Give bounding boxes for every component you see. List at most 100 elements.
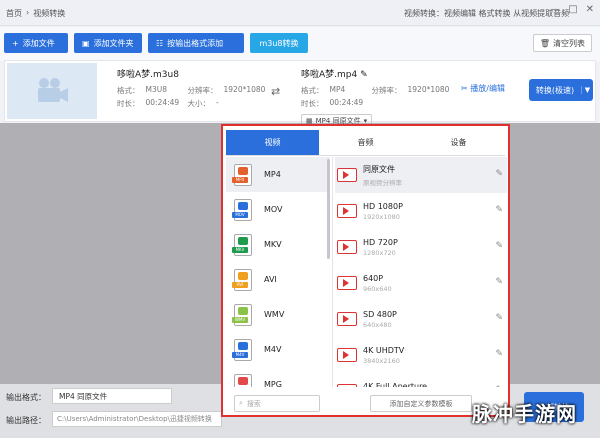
preset-resolution: 3840x2160: [363, 356, 400, 365]
format-name: MPG: [264, 380, 282, 387]
video-camera-icon: [38, 78, 68, 102]
video-thumbnail[interactable]: [7, 63, 97, 119]
source-resolution-label: 分辨率：: [187, 86, 218, 95]
add-file-button[interactable]: + 添加文件: [4, 33, 68, 53]
video-file-icon: [337, 240, 357, 254]
edit-preset-icon[interactable]: ✎: [495, 169, 503, 179]
feature-links[interactable]: 视频转换：视频编辑 格式转换 从视频提取音频: [404, 8, 569, 19]
source-info: 哆啦A梦.m3u8 格式： M3U8 分辨率： 1920*1080 时长： 00:24:…: [117, 67, 265, 111]
source-format-label: 格式：: [117, 86, 140, 95]
output-format-label: 格式：: [301, 86, 324, 95]
edit-preset-icon[interactable]: ✎: [495, 205, 503, 215]
output-format-select[interactable]: MP4 同原文件: [52, 388, 172, 404]
preset-resolution: 1280x720: [363, 248, 396, 257]
breadcrumb: 首页 › 视频转换: [6, 8, 65, 19]
format-list-scrollbar[interactable]: [327, 159, 330, 259]
format-item[interactable]: MOV MOV: [226, 192, 330, 227]
preset-resolution: 960x640: [363, 284, 392, 293]
preset-item[interactable]: 4K Full Aperture4096x3112✎: [335, 373, 507, 387]
file-format-icon: MKV: [232, 233, 252, 256]
file-format-icon: MP4: [232, 163, 252, 186]
clear-list-button[interactable]: 🗑 清空列表: [532, 34, 592, 52]
preset-resolution: 640x480: [363, 320, 392, 329]
file-format-icon: WMV: [232, 303, 252, 326]
play-edit-label: 播放/编辑: [470, 84, 505, 93]
breadcrumb-separator: ›: [26, 8, 30, 17]
output-path-field[interactable]: C:\Users\Administrator\Desktop\迅捷视频转换: [52, 411, 222, 427]
format-item[interactable]: WMV WMV: [226, 297, 330, 332]
popup-footer: ⌕ 搜索 添加自定义参数模板: [226, 391, 505, 415]
add-file-label: 添加文件: [22, 38, 55, 48]
edit-preset-icon[interactable]: ✎: [495, 241, 503, 251]
add-by-format-label: 按输出格式添加: [167, 38, 224, 48]
file-format-icon: MPG: [232, 373, 252, 387]
m3u8-label: m3u8转换: [259, 38, 299, 48]
list-divider: [332, 157, 333, 387]
preset-title: 640P: [363, 273, 384, 283]
add-folder-button[interactable]: ▣ 添加文件夹: [74, 33, 142, 53]
edit-preset-icon[interactable]: ✎: [495, 313, 503, 323]
maximize-icon[interactable]: □: [568, 4, 577, 15]
play-edit-button[interactable]: ✂ 播放/编辑: [461, 83, 505, 94]
tab-device[interactable]: 设备: [412, 130, 505, 155]
preset-title: SD 480P: [363, 309, 397, 319]
preset-item[interactable]: 同原文件 原视频分辨率 ✎: [335, 157, 507, 193]
format-name: MKV: [264, 240, 282, 249]
m3u8-convert-button[interactable]: m3u8转换: [250, 33, 308, 53]
video-file-icon: [337, 168, 357, 182]
format-list: MP4MP4MOVMOVMKVMKVAVIAVIWMVWMVM4VM4VMPGM…: [226, 157, 330, 387]
preset-item[interactable]: 4K UHDTV 3840x2160 ✎: [335, 337, 507, 373]
format-item[interactable]: M4V M4V: [226, 332, 330, 367]
watermark: 脉冲手游网: [472, 402, 577, 426]
add-custom-template-button[interactable]: 添加自定义参数模板: [370, 395, 472, 412]
preset-title: 4K UHDTV: [363, 345, 405, 355]
edit-preset-icon[interactable]: ✎: [495, 277, 503, 287]
video-file-icon: [337, 204, 357, 218]
output-resolution: 1920*1080: [407, 85, 450, 94]
format-name: MOV: [264, 205, 283, 214]
source-duration-label: 时长：: [117, 99, 140, 108]
format-item[interactable]: AVI AVI: [226, 262, 330, 297]
preset-resolution: 原视频分辨率: [363, 178, 402, 187]
tab-video[interactable]: 视频: [226, 130, 319, 155]
pencil-icon[interactable]: ✎: [360, 70, 368, 80]
preset-list: 同原文件 原视频分辨率 ✎ HD 1080P 1920x1080 ✎ HD 720P 1280…: [335, 157, 507, 387]
preset-item[interactable]: 640P 960x640 ✎: [335, 265, 507, 301]
search-icon: ⌕: [239, 399, 243, 407]
video-file-icon: [337, 348, 357, 362]
output-format: MP4: [329, 85, 346, 94]
source-resolution: 1920*1080: [223, 85, 266, 94]
breadcrumb-current: 视频转换: [33, 9, 66, 18]
format-name: MP4: [264, 170, 281, 179]
close-icon[interactable]: ✕: [586, 4, 594, 15]
format-item[interactable]: MPG MPG: [226, 367, 330, 387]
output-duration-label: 时长：: [301, 99, 324, 108]
preset-resolution: 1920x1080: [363, 212, 400, 221]
output-info: 哆啦A梦.mp4 ✎ 格式： MP4 分辨率： 1920*1080 时长： 00:24:…: [301, 67, 449, 128]
preset-item[interactable]: HD 720P 1280x720 ✎: [335, 229, 507, 265]
convert-button[interactable]: 转换(极速) ▼: [529, 79, 593, 101]
preset-item[interactable]: HD 1080P 1920x1080 ✎: [335, 193, 507, 229]
source-format: M3U8: [145, 85, 168, 94]
add-by-format-button[interactable]: ☷ 按输出格式添加: [148, 33, 244, 53]
tab-audio[interactable]: 音频: [319, 130, 412, 155]
chevron-down-icon[interactable]: ▼: [581, 86, 593, 94]
breadcrumb-home[interactable]: 首页: [6, 8, 22, 19]
video-file-icon: [337, 312, 357, 326]
format-name: WMV: [264, 310, 285, 319]
video-file-icon: [337, 276, 357, 290]
format-search-input[interactable]: ⌕ 搜索: [234, 395, 320, 412]
search-placeholder: 搜索: [246, 399, 261, 408]
format-item[interactable]: MKV MKV: [226, 227, 330, 262]
format-name: M4V: [264, 345, 282, 354]
minimize-icon[interactable]: —: [550, 4, 560, 15]
preset-item[interactable]: SD 480P 640x480 ✎: [335, 301, 507, 337]
edit-preset-icon[interactable]: ✎: [495, 349, 503, 359]
format-item[interactable]: MP4 MP4: [226, 157, 330, 192]
output-format-label: 输出格式：: [6, 393, 46, 402]
format-name: AVI: [264, 275, 277, 284]
edit-preset-icon[interactable]: ✎: [495, 385, 503, 387]
source-duration: 00:24:49: [145, 98, 180, 107]
window-controls: — □ ✕: [550, 4, 594, 15]
preset-title: HD 720P: [363, 237, 398, 247]
